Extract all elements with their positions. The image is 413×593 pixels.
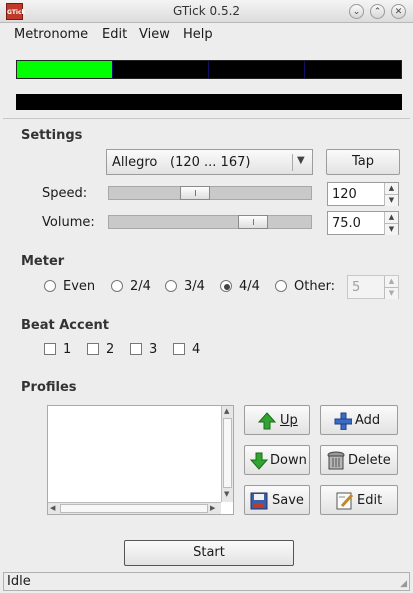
profile-edit-label: Edit bbox=[357, 493, 383, 508]
meter-heading: Meter bbox=[21, 254, 65, 269]
beat-segment-3 bbox=[209, 61, 305, 78]
meter-3-4-label[interactable]: 3/4 bbox=[184, 279, 205, 294]
volume-slider-thumb[interactable] bbox=[238, 215, 268, 229]
profile-down-label: Down bbox=[270, 453, 307, 468]
scroll-left-icon[interactable]: ◀ bbox=[50, 504, 55, 512]
scroll-up-icon[interactable]: ▲ bbox=[224, 407, 229, 415]
speed-value: 120 bbox=[332, 187, 357, 202]
beat-segment-4 bbox=[305, 61, 401, 78]
profile-save-label: Save bbox=[272, 493, 304, 508]
combo-divider bbox=[292, 154, 293, 171]
accent-3-checkbox[interactable] bbox=[130, 343, 142, 355]
meter-2-4-radio[interactable] bbox=[111, 280, 123, 292]
beat-segment-2 bbox=[113, 61, 209, 78]
horizontal-scroll-thumb[interactable] bbox=[60, 504, 208, 513]
tempo-range: (120 ... 167) bbox=[170, 155, 251, 170]
chevron-down-icon: ▼ bbox=[297, 155, 305, 166]
up-arrow-icon bbox=[258, 412, 276, 430]
horizontal-scrollbar[interactable]: ◀ ▶ bbox=[48, 502, 221, 514]
meter-other-value: 5 bbox=[352, 280, 361, 295]
vertical-scrollbar[interactable]: ▲ ▼ bbox=[221, 406, 233, 502]
tempo-name: Allegro bbox=[112, 155, 158, 170]
speed-slider-thumb[interactable] bbox=[180, 186, 210, 200]
save-icon bbox=[250, 492, 268, 510]
resize-grip-icon[interactable]: ◢ bbox=[400, 579, 407, 589]
status-text: Idle bbox=[7, 574, 31, 589]
profile-add-button[interactable]: Add bbox=[320, 405, 398, 435]
menu-help[interactable]: Help bbox=[183, 27, 213, 42]
accent-1-label[interactable]: 1 bbox=[63, 342, 71, 357]
edit-icon bbox=[336, 492, 354, 510]
profile-down-button[interactable]: Down bbox=[244, 445, 310, 475]
volume-spinbox[interactable]: 75.0 ▲ ▼ bbox=[327, 211, 399, 235]
speed-down-arrow-icon[interactable]: ▼ bbox=[384, 194, 398, 206]
profile-delete-button[interactable]: Delete bbox=[320, 445, 398, 475]
profile-up-label: Up bbox=[280, 413, 298, 428]
meter-3-4-radio[interactable] bbox=[165, 280, 177, 292]
scroll-right-icon[interactable]: ▶ bbox=[210, 504, 215, 512]
volume-label: Volume: bbox=[42, 215, 95, 230]
tempo-combo[interactable]: Allegro (120 ... 167) ▼ bbox=[106, 149, 313, 175]
profiles-list[interactable]: ▲ ▼ ◀ ▶ bbox=[47, 405, 234, 515]
volume-down-arrow-icon[interactable]: ▼ bbox=[384, 223, 398, 235]
status-bar: Idle ◢ bbox=[3, 572, 410, 591]
menu-metronome[interactable]: Metronome bbox=[14, 27, 88, 42]
profiles-heading: Profiles bbox=[21, 380, 77, 395]
beat-accent-heading: Beat Accent bbox=[21, 318, 109, 333]
speed-label: Speed: bbox=[42, 186, 88, 201]
menu-edit[interactable]: Edit bbox=[102, 27, 127, 42]
profile-add-label: Add bbox=[355, 413, 381, 428]
other-down-arrow-icon[interactable]: ▼ bbox=[384, 287, 398, 299]
meter-2-4-label[interactable]: 2/4 bbox=[130, 279, 151, 294]
tap-button[interactable]: Tap bbox=[326, 149, 400, 175]
volume-value: 75.0 bbox=[332, 216, 361, 231]
other-up-arrow-icon[interactable]: ▲ bbox=[384, 276, 398, 287]
meter-other-label[interactable]: Other: bbox=[294, 279, 335, 294]
scroll-down-icon[interactable]: ▼ bbox=[224, 490, 229, 498]
add-icon bbox=[334, 412, 352, 430]
beat-indicator bbox=[16, 60, 402, 79]
accent-4-label[interactable]: 4 bbox=[192, 342, 200, 357]
close-button[interactable]: ✕ bbox=[391, 4, 406, 19]
start-button[interactable]: Start bbox=[124, 540, 294, 566]
minimize-button[interactable]: ⌄ bbox=[349, 4, 364, 19]
profile-up-button[interactable]: Up bbox=[244, 405, 310, 435]
meter-other-radio[interactable] bbox=[275, 280, 287, 292]
speed-up-arrow-icon[interactable]: ▲ bbox=[384, 183, 398, 194]
accent-1-checkbox[interactable] bbox=[44, 343, 56, 355]
meter-even-label[interactable]: Even bbox=[63, 279, 95, 294]
beat-segment-1 bbox=[17, 61, 113, 78]
vertical-scroll-thumb[interactable] bbox=[223, 418, 232, 488]
volume-up-arrow-icon[interactable]: ▲ bbox=[384, 212, 398, 223]
accent-4-checkbox[interactable] bbox=[173, 343, 185, 355]
meter-4-4-radio[interactable] bbox=[220, 280, 232, 292]
profile-delete-label: Delete bbox=[348, 453, 391, 468]
settings-heading: Settings bbox=[21, 128, 83, 143]
speed-spinbox[interactable]: 120 ▲ ▼ bbox=[327, 182, 399, 206]
meter-even-radio[interactable] bbox=[44, 280, 56, 292]
maximize-button[interactable]: ⌃ bbox=[370, 4, 385, 19]
meter-other-spinbox[interactable]: 5 ▲ ▼ bbox=[347, 275, 399, 299]
beat-indicator-secondary bbox=[16, 94, 402, 110]
trash-icon bbox=[327, 451, 345, 470]
profile-save-button[interactable]: Save bbox=[244, 485, 310, 515]
menu-view[interactable]: View bbox=[139, 27, 170, 42]
meter-4-4-label[interactable]: 4/4 bbox=[239, 279, 260, 294]
volume-slider[interactable] bbox=[108, 215, 312, 229]
separator bbox=[3, 118, 410, 119]
down-arrow-icon bbox=[250, 452, 268, 470]
profile-edit-button[interactable]: Edit bbox=[320, 485, 398, 515]
speed-slider[interactable] bbox=[108, 186, 312, 200]
accent-2-label[interactable]: 2 bbox=[106, 342, 114, 357]
accent-3-label[interactable]: 3 bbox=[149, 342, 157, 357]
accent-2-checkbox[interactable] bbox=[87, 343, 99, 355]
